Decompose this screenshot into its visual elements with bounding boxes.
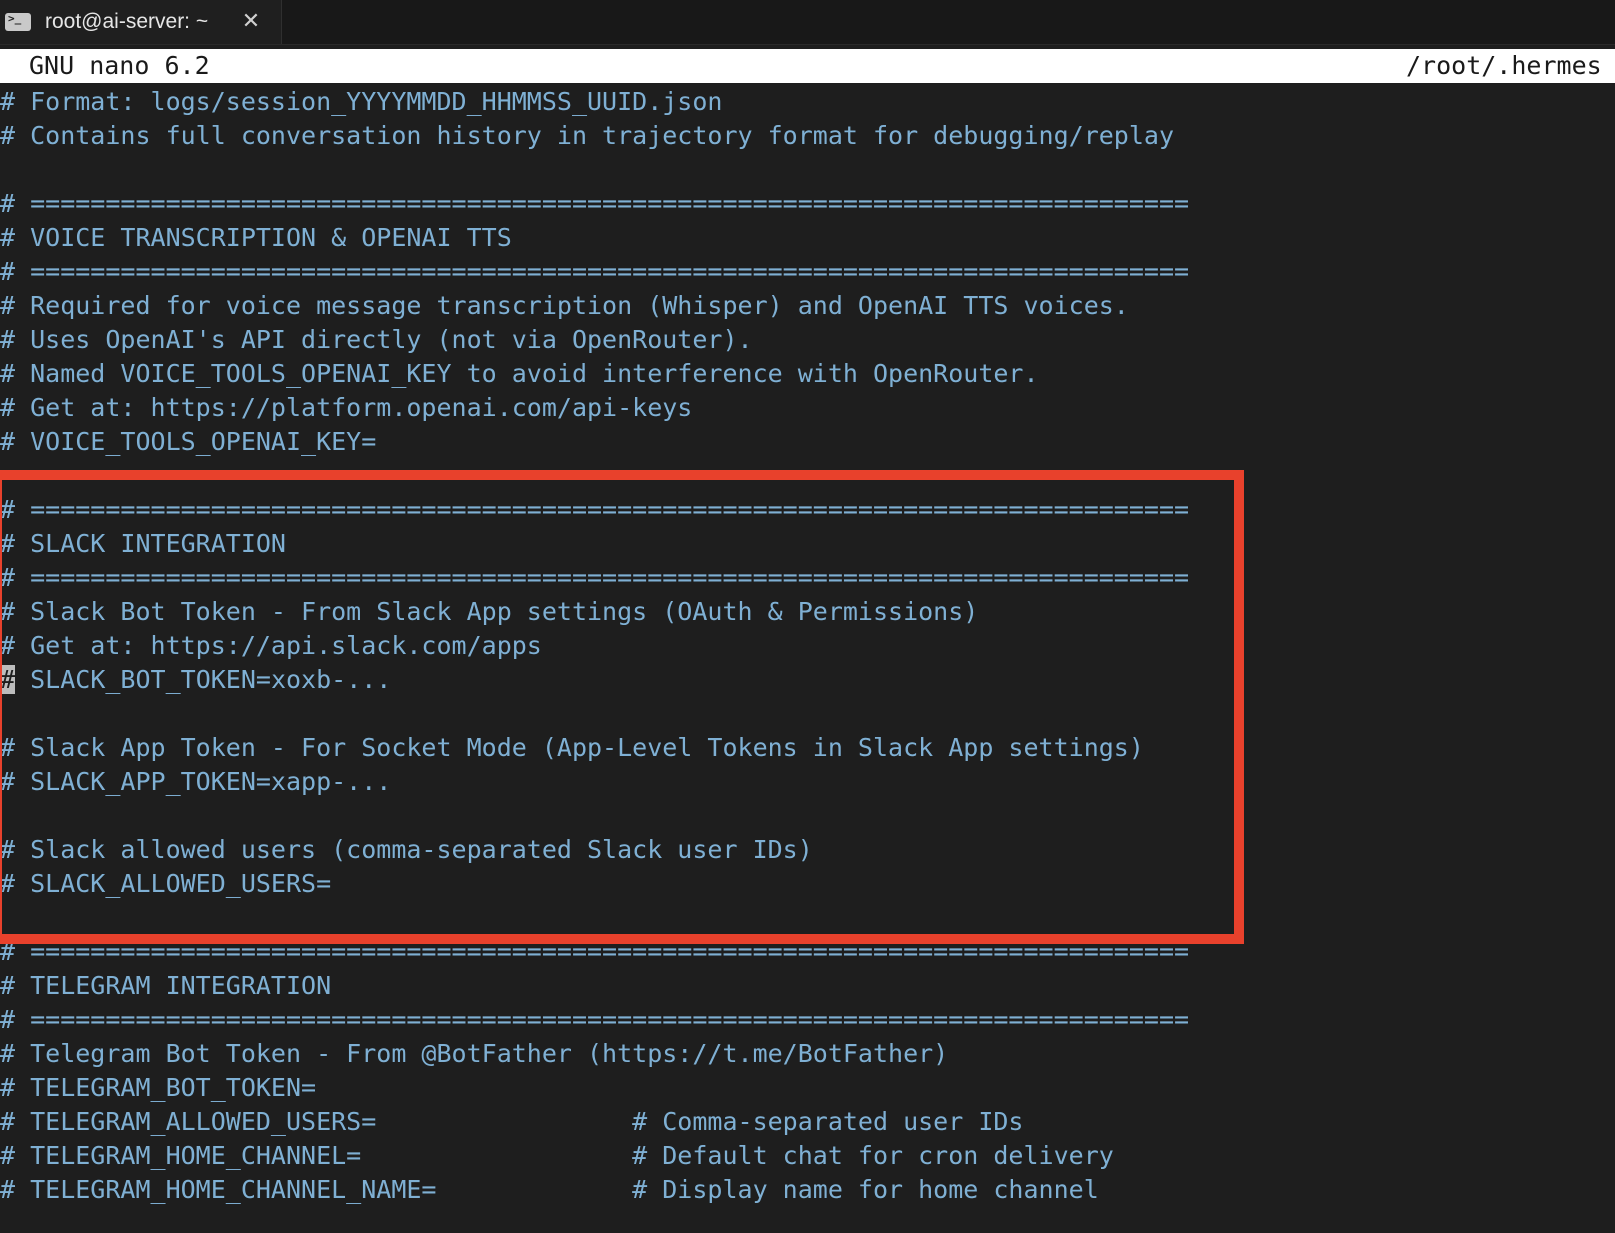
tab-terminal[interactable]: root@ai-server: ~ ✕ xyxy=(0,0,282,44)
editor-line: # ======================================… xyxy=(0,563,1190,592)
editor-line: # SLACK_ALLOWED_USERS= xyxy=(0,869,332,898)
tab-title: root@ai-server: ~ xyxy=(45,10,209,33)
editor-line: # Format: logs/session_YYYYMMDD_HHMMSS_U… xyxy=(0,87,723,116)
editor-line: # ======================================… xyxy=(0,937,1190,966)
nano-version-title: GNU nano 6.2 xyxy=(29,51,210,80)
editor-line: # Named VOICE_TOOLS_OPENAI_KEY to avoid … xyxy=(0,359,1039,388)
editor-line: # SLACK_BOT_TOKEN=xoxb-... xyxy=(0,663,1615,697)
cursor-spacer xyxy=(15,665,30,694)
editor-line: # ======================================… xyxy=(0,257,1190,286)
editor-line: # Get at: https://api.slack.com/apps xyxy=(0,631,542,660)
editor-line: # Telegram Bot Token - From @BotFather (… xyxy=(0,1039,949,1068)
nano-file-path: /root/.hermes xyxy=(1406,51,1602,80)
editor-line: # ======================================… xyxy=(0,189,1190,218)
editor-line: # TELEGRAM_HOME_CHANNEL= # Default chat … xyxy=(0,1141,1114,1170)
editor-line: # TELEGRAM INTEGRATION xyxy=(0,971,332,1000)
editor-line: # SLACK INTEGRATION xyxy=(0,529,286,558)
editor-line: # ======================================… xyxy=(0,1005,1190,1034)
editor-line: # Required for voice message transcripti… xyxy=(0,291,1129,320)
editor-line: # ======================================… xyxy=(0,495,1190,524)
editor-line: # Slack allowed users (comma-separated S… xyxy=(0,835,813,864)
editor-line: # Get at: https://platform.openai.com/ap… xyxy=(0,393,693,422)
terminal-icon xyxy=(5,12,31,31)
nano-title-bar: GNU nano 6.2 /root/.hermes xyxy=(0,49,1615,83)
editor-line: # VOICE_TOOLS_OPENAI_KEY= xyxy=(0,427,377,456)
text-cursor: # xyxy=(0,665,16,694)
editor-line: # TELEGRAM_BOT_TOKEN= xyxy=(0,1073,317,1102)
editor-line: # TELEGRAM_ALLOWED_USERS= # Comma-separa… xyxy=(0,1107,1024,1136)
editor-line: # Contains full conversation history in … xyxy=(0,121,1174,150)
editor-line: # Uses OpenAI's API directly (not via Op… xyxy=(0,325,753,354)
editor-line: # VOICE TRANSCRIPTION & OPENAI TTS xyxy=(0,223,512,252)
editor-text-area[interactable]: # Format: logs/session_YYYYMMDD_HHMMSS_U… xyxy=(0,85,1615,1233)
editor-line: # Slack Bot Token - From Slack App setti… xyxy=(0,597,979,626)
close-icon[interactable]: ✕ xyxy=(238,8,264,36)
editor-line: # TELEGRAM_HOME_CHANNEL_NAME= # Display … xyxy=(0,1175,1099,1204)
tab-bar: root@ai-server: ~ ✕ xyxy=(0,0,1615,45)
editor-line: # Slack App Token - For Socket Mode (App… xyxy=(0,733,1144,762)
editor-line-text: SLACK_BOT_TOKEN=xoxb-... xyxy=(30,665,392,694)
editor-line: # SLACK_APP_TOKEN=xapp-... xyxy=(0,767,392,796)
